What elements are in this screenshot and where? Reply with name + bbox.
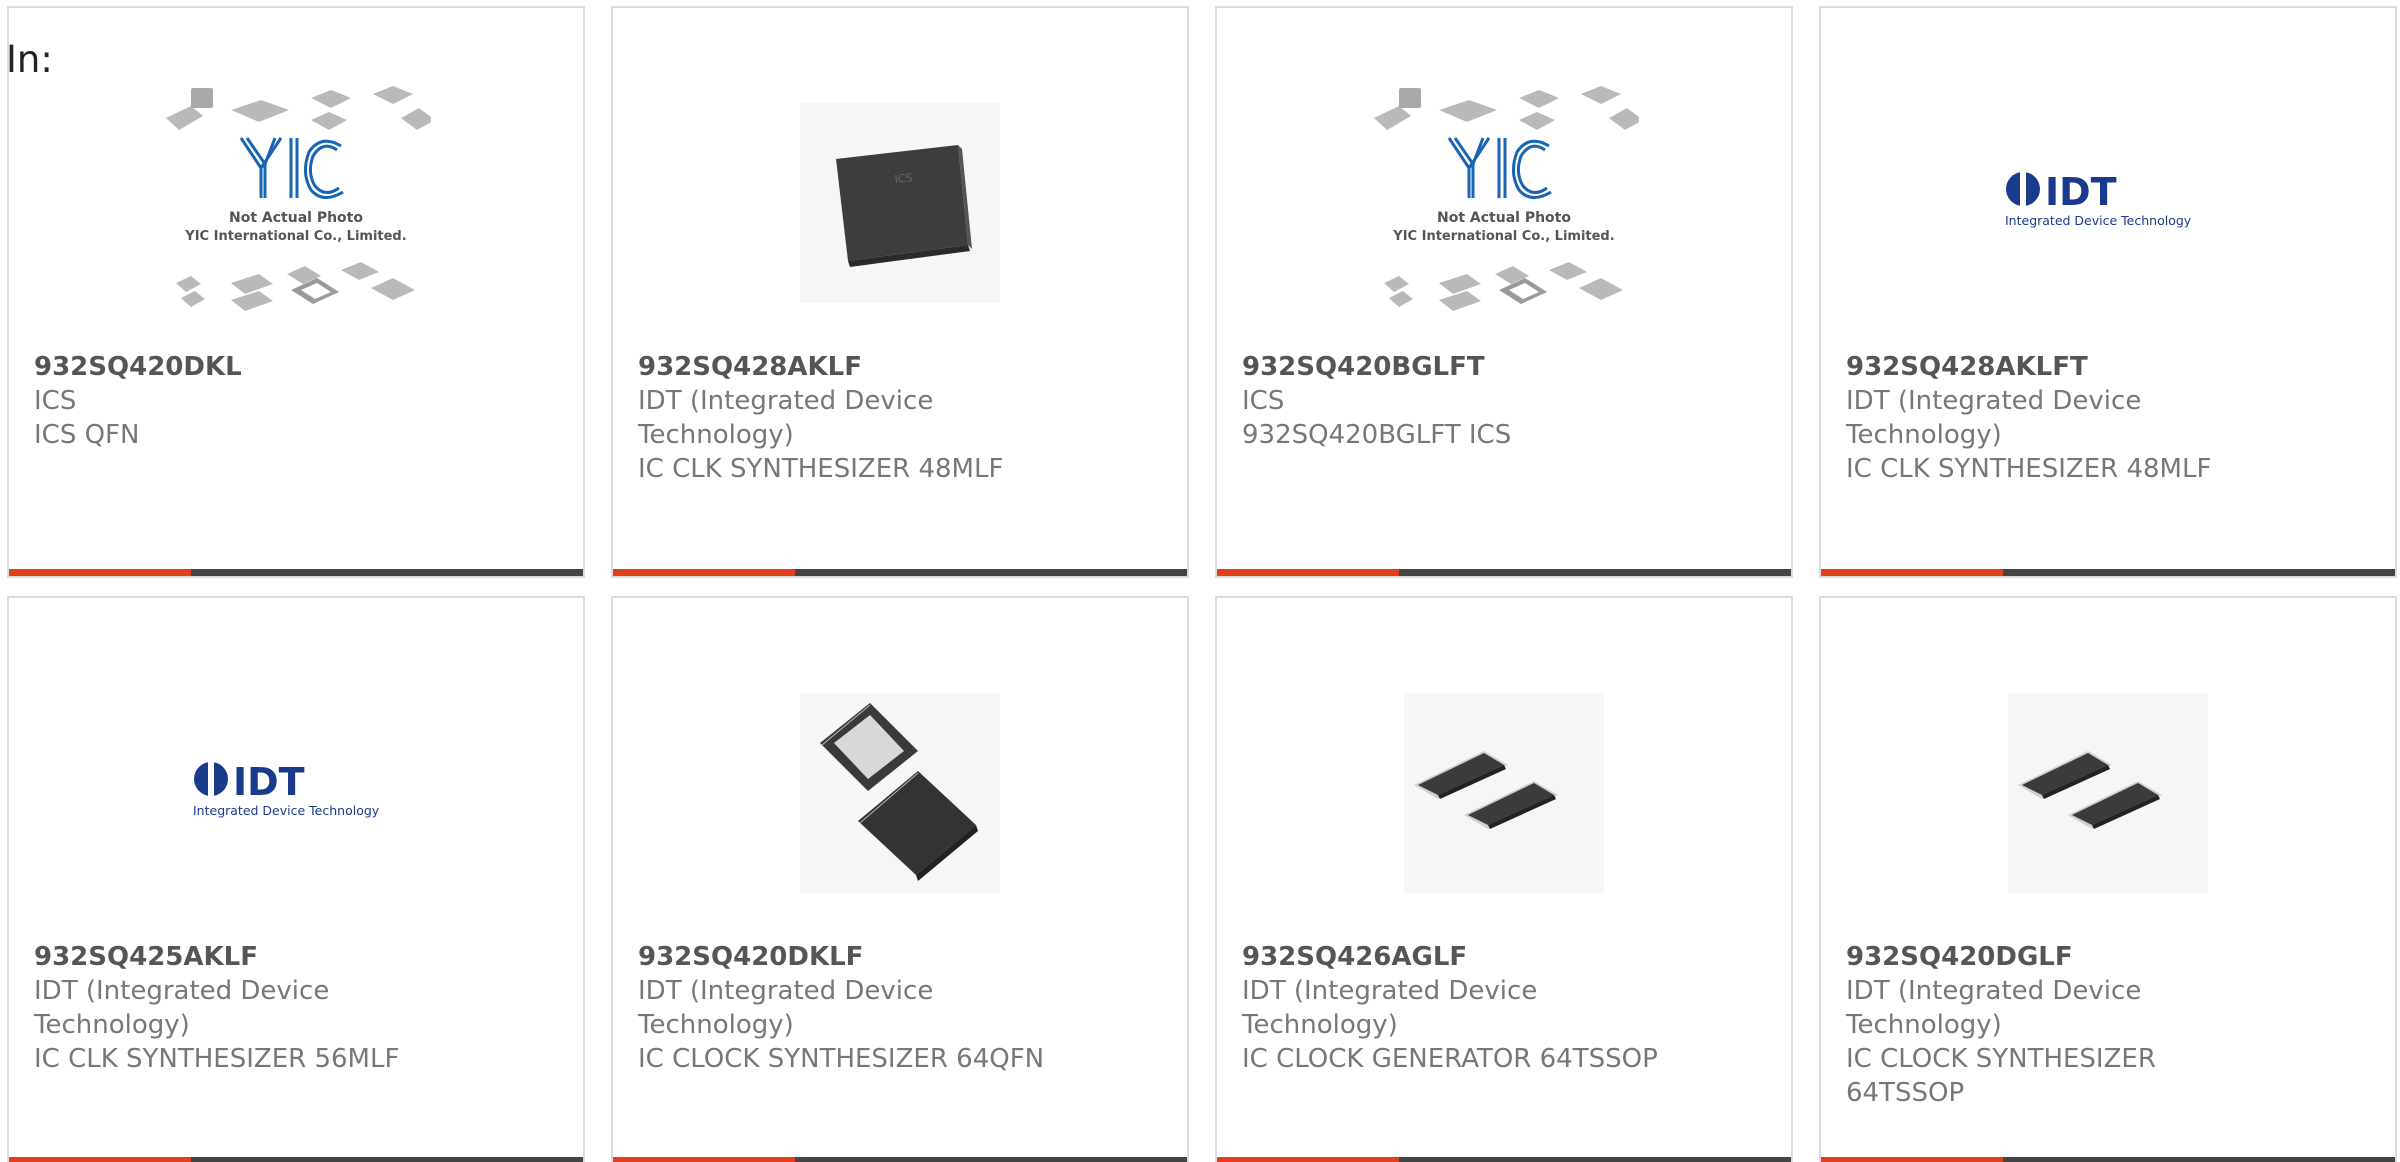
product-info: 932SQ428AKLF IDT (Integrated Device Tech… (638, 350, 1068, 486)
card-accent-bar (9, 569, 191, 576)
card-accent-bar (1821, 1157, 2003, 1162)
description-text: IC CLOCK SYNTHESIZER 64QFN (638, 1044, 1045, 1074)
filter-in-label: In: (6, 38, 53, 81)
product-image: IDT Integrated Device Technology (161, 658, 431, 928)
product-results-page: In: Not Actual Photo YIC International C… (0, 0, 2400, 1162)
card-accent-bar (1217, 569, 1399, 576)
part-number-link[interactable]: 932SQ425AKLF (34, 940, 464, 974)
product-info: 932SQ428AKLFT IDT (Integrated Device Tec… (1846, 350, 2276, 486)
manufacturer-text: IDT (Integrated Device Technology) (638, 386, 934, 450)
svg-text:ICS: ICS (894, 171, 913, 186)
tssop-chip-icon (1404, 693, 1604, 893)
tssop-chip-icon (2008, 693, 2208, 893)
card-bottom-bar (613, 1157, 1187, 1162)
svg-text:Not Actual Photo: Not Actual Photo (1437, 210, 1571, 226)
description-text: 932SQ420BGLFT ICS (1242, 420, 1512, 450)
svg-text:IDT: IDT (2045, 170, 2117, 214)
card-accent-bar (9, 1157, 191, 1162)
card-accent-bar (1217, 1157, 1399, 1162)
product-info: 932SQ420DKL ICS ICS QFN (34, 350, 464, 452)
manufacturer-text: IDT (Integrated Device Technology) (638, 976, 934, 1040)
product-image (765, 658, 1035, 928)
svg-text:YIC International Co., Limited: YIC International Co., Limited. (1392, 229, 1614, 244)
description-text: IC CLK SYNTHESIZER 56MLF (34, 1044, 400, 1074)
manufacturer-text: IDT (Integrated Device Technology) (1242, 976, 1538, 1040)
product-image (1369, 658, 1639, 928)
part-number-link[interactable]: 932SQ426AGLF (1242, 940, 1672, 974)
part-number-link[interactable]: 932SQ420DKL (34, 350, 464, 384)
qfn-chip-icon: ICS (800, 103, 1000, 303)
manufacturer-text: IDT (Integrated Device Technology) (34, 976, 330, 1040)
description-text: IC CLOCK GENERATOR 64TSSOP (1242, 1044, 1658, 1074)
svg-text:Integrated Device Technology: Integrated Device Technology (193, 803, 380, 818)
product-image: Not Actual Photo YIC International Co., … (1369, 68, 1639, 338)
product-info: 932SQ420BGLFT ICS 932SQ420BGLFT ICS (1242, 350, 1672, 452)
manufacturer-text: IDT (Integrated Device Technology) (1846, 386, 2142, 450)
product-card[interactable]: 932SQ420DGLF IDT (Integrated Device Tech… (1819, 596, 2397, 1162)
product-info: 932SQ426AGLF IDT (Integrated Device Tech… (1242, 940, 1672, 1076)
product-card[interactable]: Not Actual Photo YIC International Co., … (7, 6, 585, 578)
product-image: ICS (765, 68, 1035, 338)
product-info: 932SQ425AKLF IDT (Integrated Device Tech… (34, 940, 464, 1076)
part-number-link[interactable]: 932SQ420DKLF (638, 940, 1068, 974)
part-number-link[interactable]: 932SQ428AKLFT (1846, 350, 2276, 384)
card-accent-bar (613, 1157, 795, 1162)
product-card[interactable]: IDT Integrated Device Technology 932SQ42… (1819, 6, 2397, 578)
part-number-link[interactable]: 932SQ420BGLFT (1242, 350, 1672, 384)
card-bottom-bar (9, 569, 583, 576)
product-grid: Not Actual Photo YIC International Co., … (0, 0, 2400, 1162)
product-info: 932SQ420DGLF IDT (Integrated Device Tech… (1846, 940, 2276, 1110)
card-bottom-bar (9, 1157, 583, 1162)
product-image: IDT Integrated Device Technology (1973, 68, 2243, 338)
product-image: Not Actual Photo YIC International Co., … (161, 68, 431, 338)
card-bottom-bar (1821, 1157, 2395, 1162)
product-info: 932SQ420DKLF IDT (Integrated Device Tech… (638, 940, 1068, 1076)
card-bottom-bar (1217, 1157, 1791, 1162)
svg-text:Integrated Device Technology: Integrated Device Technology (2005, 213, 2192, 228)
card-bottom-bar (1821, 569, 2395, 576)
product-card[interactable]: 932SQ426AGLF IDT (Integrated Device Tech… (1215, 596, 1793, 1162)
manufacturer-text: ICS (34, 386, 77, 416)
yic-not-actual-photo-icon: Not Actual Photo YIC International Co., … (1374, 86, 1639, 311)
card-accent-bar (613, 569, 795, 576)
svg-text:YIC International Co., Limited: YIC International Co., Limited. (184, 229, 406, 244)
svg-text:IDT: IDT (233, 760, 305, 804)
svg-text:Not Actual Photo: Not Actual Photo (229, 210, 363, 226)
manufacturer-text: IDT (Integrated Device Technology) (1846, 976, 2142, 1040)
idt-logo-icon: IDT Integrated Device Technology (2005, 169, 2192, 228)
part-number-link[interactable]: 932SQ420DGLF (1846, 940, 2276, 974)
part-number-link[interactable]: 932SQ428AKLF (638, 350, 1068, 384)
card-bottom-bar (613, 569, 1187, 576)
product-card[interactable]: ICS 932SQ428AKLF IDT (Integrated Device … (611, 6, 1189, 578)
description-text: IC CLK SYNTHESIZER 48MLF (1846, 454, 2212, 484)
product-card[interactable]: Not Actual Photo YIC International Co., … (1215, 6, 1793, 578)
idt-logo-icon: IDT Integrated Device Technology (193, 759, 380, 818)
yic-not-actual-photo-icon: Not Actual Photo YIC International Co., … (166, 86, 431, 311)
product-card[interactable]: 932SQ420DKLF IDT (Integrated Device Tech… (611, 596, 1189, 1162)
description-text: ICS QFN (34, 420, 140, 450)
product-image (1973, 658, 2243, 928)
manufacturer-text: ICS (1242, 386, 1285, 416)
qfn64-chip-icon (800, 693, 1000, 893)
product-card[interactable]: IDT Integrated Device Technology 932SQ42… (7, 596, 585, 1162)
card-bottom-bar (1217, 569, 1791, 576)
card-accent-bar (1821, 569, 2003, 576)
description-text: IC CLOCK SYNTHESIZER 64TSSOP (1846, 1044, 2156, 1108)
description-text: IC CLK SYNTHESIZER 48MLF (638, 454, 1004, 484)
